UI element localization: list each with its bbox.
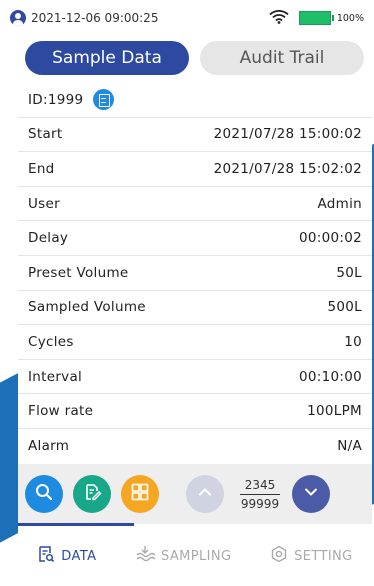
field-value: 2021/07/28 15:02:02 xyxy=(213,160,362,177)
pager-current: 2345 xyxy=(244,477,276,492)
status-datetime: 2021-12-06 09:00:25 xyxy=(31,11,159,25)
data-icon xyxy=(37,545,55,567)
battery-indicator: 100% xyxy=(298,11,364,25)
field-row-cycles: Cycles 10 xyxy=(18,325,372,360)
field-label: Start xyxy=(28,126,63,143)
field-value: N/A xyxy=(337,438,362,455)
field-row-end: End 2021/07/28 15:02:02 xyxy=(18,152,372,187)
nav-label-sampling: SAMPLING xyxy=(160,548,232,564)
edit-button[interactable] xyxy=(73,475,111,513)
next-record-button[interactable] xyxy=(292,475,330,513)
field-label: User xyxy=(28,195,60,212)
field-row-delay: Delay 00:00:02 xyxy=(18,221,372,256)
nav-item-sampling[interactable]: SAMPLING xyxy=(135,545,232,567)
battery-level: 100% xyxy=(336,12,364,24)
field-label: Sampled Volume xyxy=(28,299,146,316)
grid-view-button[interactable] xyxy=(121,475,159,513)
previous-record-button[interactable] xyxy=(186,475,224,513)
field-value: 2021/07/28 15:00:02 xyxy=(213,126,362,143)
field-row-alarm: Alarm N/A xyxy=(18,429,372,464)
edit-document-icon xyxy=(82,482,102,506)
pager-total: 99999 xyxy=(240,496,280,511)
device-screen: 2021-12-06 09:00:25 100% Sample Data Aud… xyxy=(0,0,374,586)
field-value: 10 xyxy=(344,333,362,350)
field-value: Admin xyxy=(317,195,362,212)
field-value: 500L xyxy=(327,299,362,316)
document-icon[interactable] xyxy=(93,89,115,111)
field-label: Alarm xyxy=(28,438,70,455)
action-bar: 2345 99999 xyxy=(18,464,372,524)
field-label: Flow rate xyxy=(28,403,94,420)
bottom-nav: DATA SAMPLING SETTING xyxy=(18,526,372,586)
field-row-flow-rate: Flow rate 100LPM xyxy=(18,394,372,429)
field-label: Preset Volume xyxy=(28,264,129,281)
record-panel: ID:1999 Start 2021/07/28 15:00:02 End 20… xyxy=(18,83,372,464)
field-label: Delay xyxy=(28,230,69,247)
field-label: Interval xyxy=(28,368,83,385)
field-row-user: User Admin xyxy=(18,187,372,222)
field-value: 100LPM xyxy=(307,403,362,420)
status-left: 2021-12-06 09:00:25 xyxy=(10,10,158,26)
tab-sample-data[interactable]: Sample Data xyxy=(25,41,189,75)
field-row-interval: Interval 00:10:00 xyxy=(18,360,372,395)
nav-label-data: DATA xyxy=(61,548,97,564)
grid-icon xyxy=(130,482,150,506)
field-row-preset-volume: Preset Volume 50L xyxy=(18,256,372,291)
tab-row: Sample Data Audit Trail xyxy=(25,41,364,75)
search-icon xyxy=(34,482,54,506)
status-right: 100% xyxy=(269,9,364,27)
sampling-icon xyxy=(135,545,156,567)
status-bar: 2021-12-06 09:00:25 100% xyxy=(10,6,364,30)
wifi-icon xyxy=(269,9,289,27)
record-id-row: ID:1999 xyxy=(18,83,372,118)
setting-icon xyxy=(270,545,288,567)
search-button[interactable] xyxy=(25,475,63,513)
battery-icon xyxy=(298,11,331,25)
field-row-sampled-volume: Sampled Volume 500L xyxy=(18,291,372,326)
nav-item-setting[interactable]: SETTING xyxy=(270,545,353,567)
field-value: 00:10:00 xyxy=(298,368,362,385)
field-value: 50L xyxy=(336,264,362,281)
field-label: Cycles xyxy=(28,333,74,350)
chevron-down-icon xyxy=(302,483,320,505)
field-row-start: Start 2021/07/28 15:00:02 xyxy=(18,118,372,153)
field-value: 00:00:02 xyxy=(298,230,362,247)
user-icon xyxy=(10,10,26,26)
record-pager: 2345 99999 xyxy=(236,478,284,511)
chevron-up-icon xyxy=(196,483,214,505)
tab-audit-trail[interactable]: Audit Trail xyxy=(200,41,364,75)
nav-item-data[interactable]: DATA xyxy=(37,545,96,567)
record-id: ID:1999 xyxy=(28,91,84,108)
nav-label-setting: SETTING xyxy=(294,548,353,564)
field-label: End xyxy=(28,160,55,177)
